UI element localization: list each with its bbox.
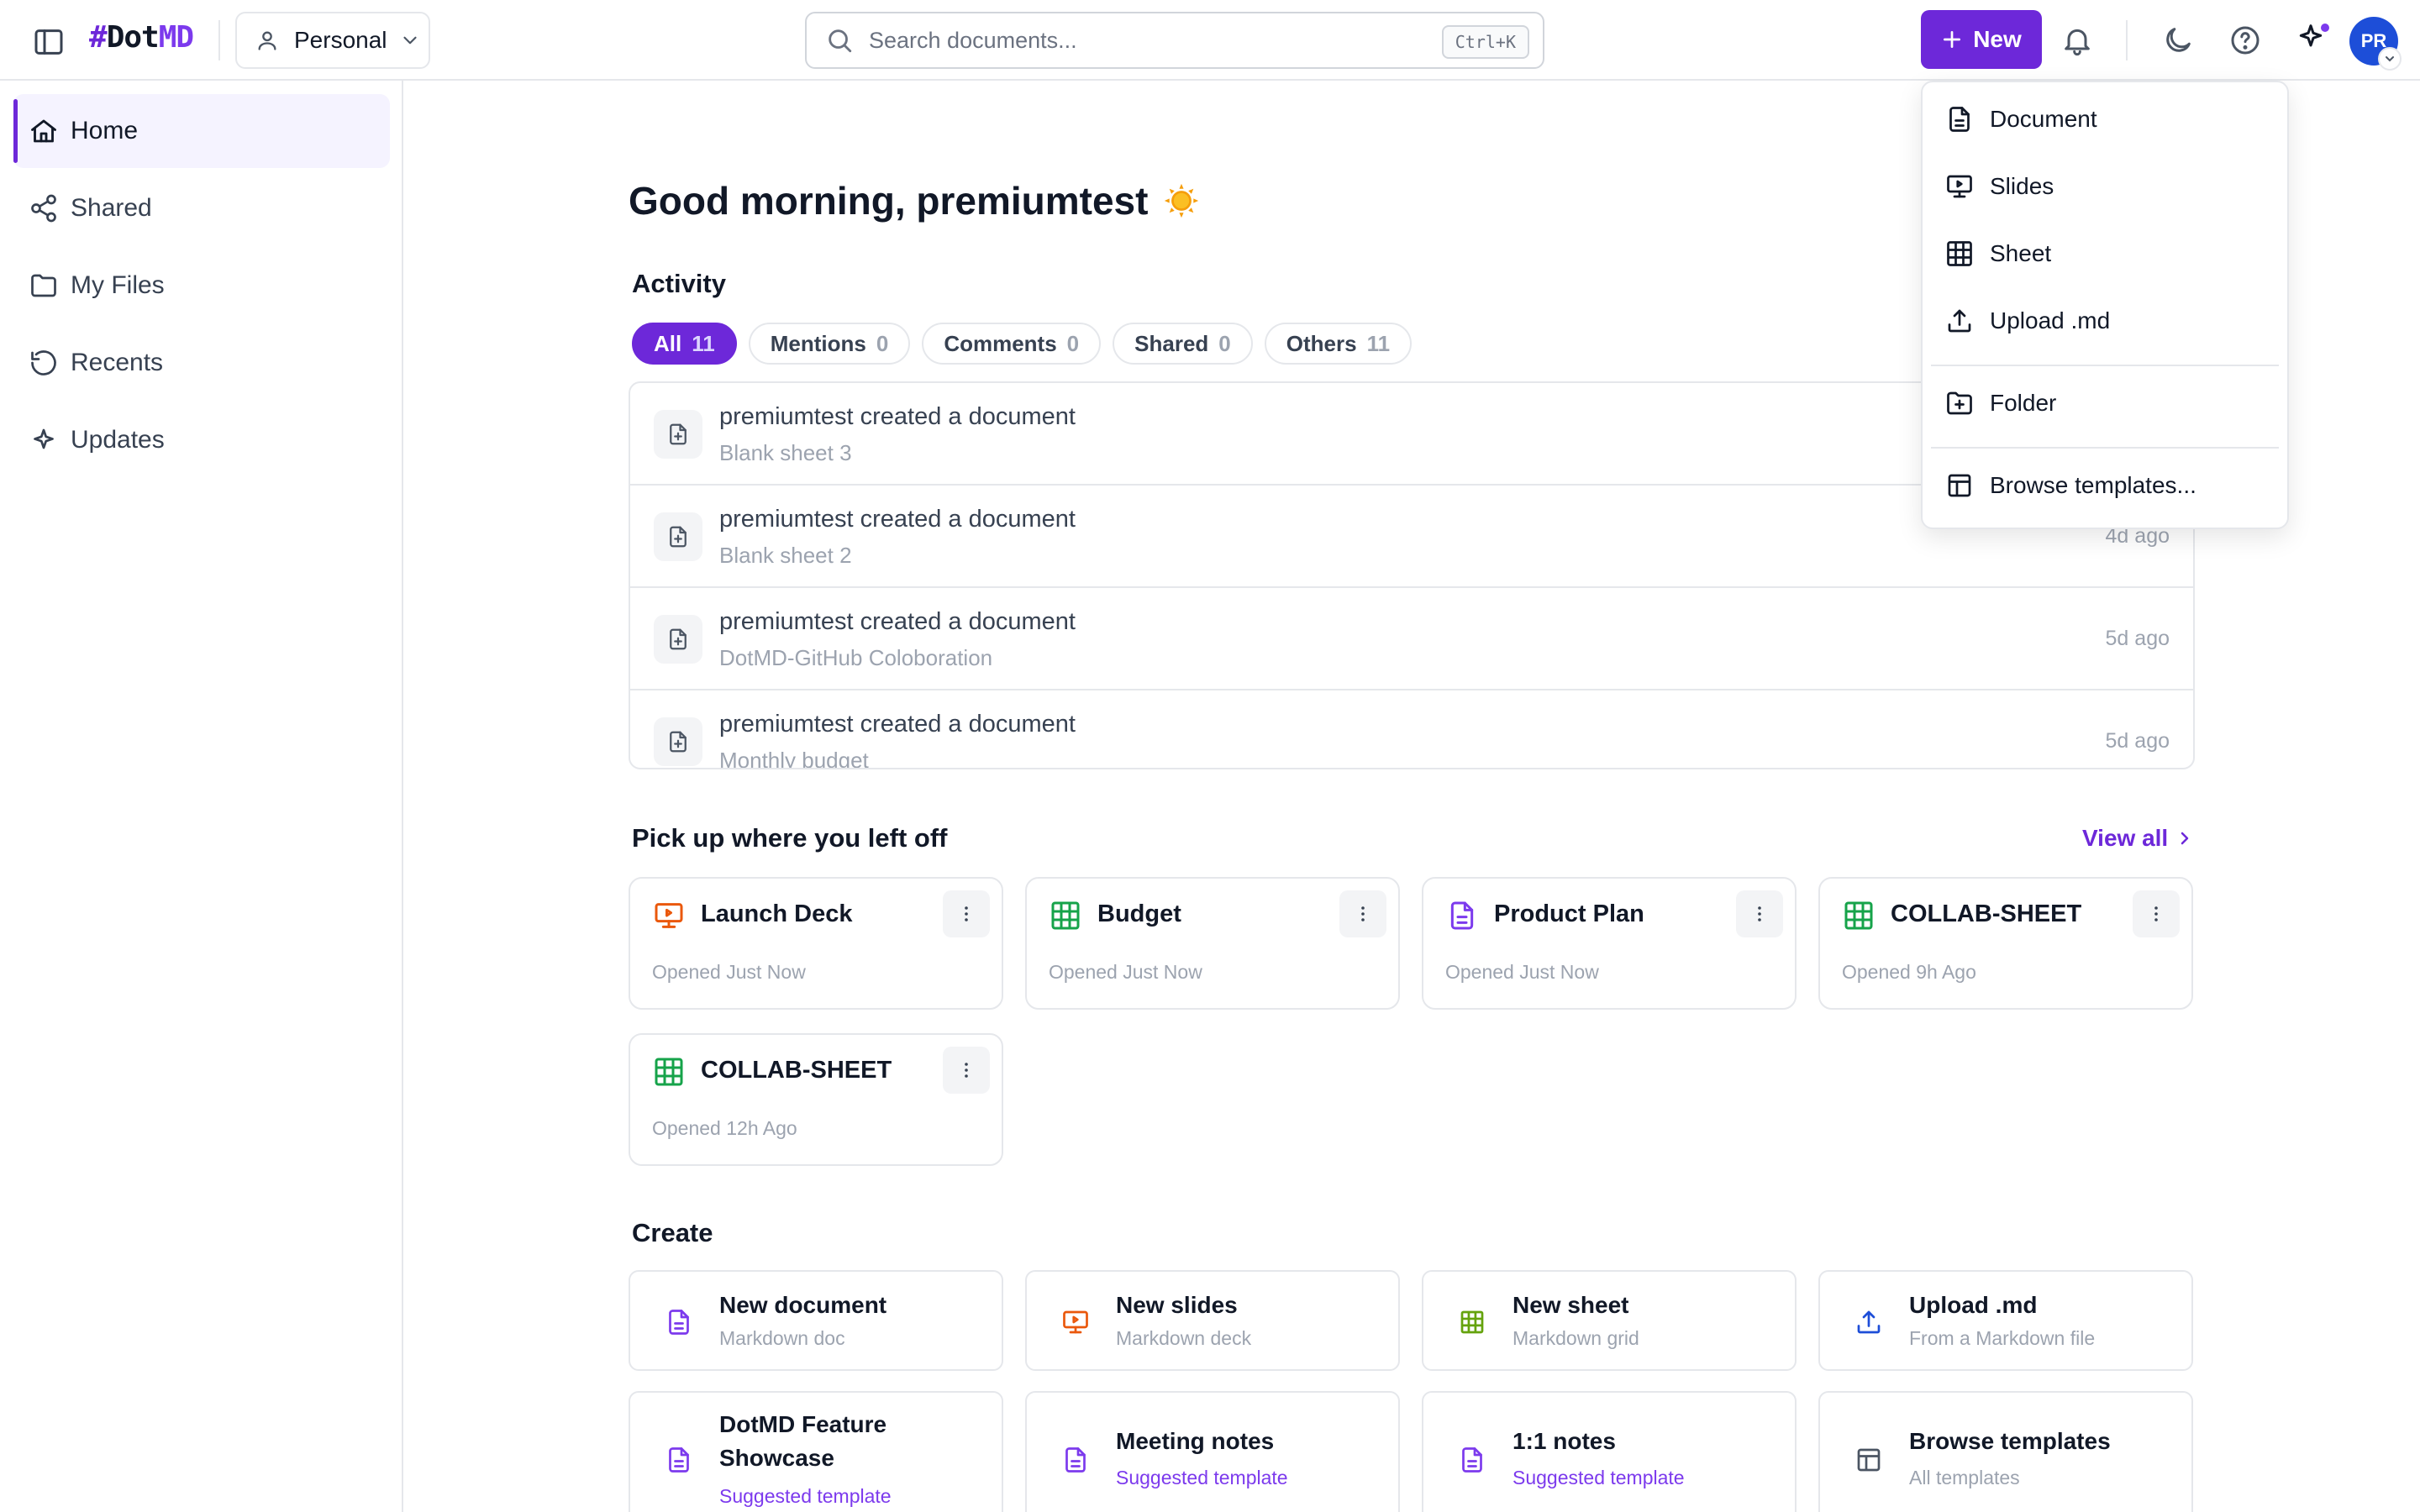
file-plus-icon: [654, 717, 702, 766]
document-icon: [1445, 899, 1479, 932]
sheet-icon: [1842, 899, 1876, 932]
filter-mentions[interactable]: Mentions 0: [748, 323, 911, 365]
sheet-icon: [1457, 1307, 1487, 1337]
slides-icon: [652, 899, 686, 932]
workspace-switcher[interactable]: Personal: [235, 12, 430, 69]
chevron-right-icon: [2175, 828, 2195, 848]
new-button[interactable]: New: [1921, 10, 2042, 69]
share-icon: [29, 193, 59, 223]
menu-item-document[interactable]: Document: [1929, 89, 2282, 150]
filter-comments[interactable]: Comments 0: [922, 323, 1102, 365]
page-title: Good morning, premiumtest: [629, 178, 1200, 223]
view-all-link[interactable]: View all: [2082, 825, 2195, 852]
document-icon: [664, 1445, 694, 1475]
document-icon: [1457, 1445, 1487, 1475]
menu-item-folder[interactable]: Folder: [1929, 373, 2282, 433]
menu-item-browse-templates[interactable]: Browse templates...: [1929, 455, 2282, 516]
activity-filters: All 11 Mentions 0 Comments 0 Shared 0 Others…: [632, 323, 1413, 365]
create-heading: Create: [632, 1218, 713, 1247]
sheet-icon: [652, 1055, 686, 1089]
folder-plus-icon: [1944, 388, 1975, 418]
moon-icon[interactable]: [2161, 24, 2195, 57]
upload-icon: [1944, 306, 1975, 336]
bell-icon[interactable]: [2060, 24, 2094, 57]
template-icon: [1944, 470, 1975, 501]
browse-templates-button[interactable]: Browse templates All templates: [1818, 1391, 2193, 1512]
app-logo[interactable]: #DotMD: [89, 20, 194, 55]
recent-card-collab-sheet[interactable]: COLLAB-SHEET Opened 12h Ago: [629, 1033, 1003, 1166]
file-plus-icon: [654, 615, 702, 664]
divider: [1931, 447, 2279, 449]
more-options-button[interactable]: [1339, 890, 1386, 937]
more-options-button[interactable]: [943, 890, 990, 937]
template-one-on-one-notes[interactable]: 1:1 notes Suggested template: [1422, 1391, 1797, 1512]
list-item[interactable]: premiumtest created a document DotMD-Git…: [630, 588, 2193, 690]
recent-card-product-plan[interactable]: Product Plan Opened Just Now: [1422, 877, 1797, 1010]
more-options-button[interactable]: [943, 1047, 990, 1094]
folder-icon: [29, 270, 59, 301]
divider: [218, 20, 220, 60]
sheet-icon: [1049, 899, 1082, 932]
create-sheet-button[interactable]: New sheet Markdown grid: [1422, 1270, 1797, 1371]
create-document-button[interactable]: New document Markdown doc: [629, 1270, 1003, 1371]
filter-shared[interactable]: Shared 0: [1113, 323, 1253, 365]
help-icon[interactable]: [2228, 24, 2262, 57]
filter-all[interactable]: All 11: [632, 323, 737, 365]
activity-heading: Activity: [632, 269, 726, 298]
filter-others[interactable]: Others 11: [1264, 323, 1413, 365]
new-menu: Document Slides Sheet Upload .md Folder …: [1921, 81, 2289, 529]
list-item[interactable]: premiumtest created a document Monthly b…: [630, 690, 2193, 768]
divider: [2126, 20, 2128, 60]
sidebar-toggle-icon[interactable]: [32, 25, 66, 59]
workspace-label: Personal: [294, 27, 387, 53]
recent-card-collab-sheet[interactable]: COLLAB-SHEET Opened 9h Ago: [1818, 877, 2193, 1010]
file-plus-icon: [654, 410, 702, 459]
menu-item-slides[interactable]: Slides: [1929, 156, 2282, 217]
recent-card-launch-deck[interactable]: Launch Deck Opened Just Now: [629, 877, 1003, 1010]
template-feature-showcase[interactable]: DotMD Feature Showcase Suggested templat…: [629, 1391, 1003, 1512]
sidebar-item-recents[interactable]: Recents: [13, 326, 390, 400]
slides-icon: [1944, 171, 1975, 202]
search-icon: [825, 26, 854, 55]
recent-card-budget[interactable]: Budget Opened Just Now: [1025, 877, 1400, 1010]
history-icon: [29, 348, 59, 378]
plus-icon: [1941, 29, 1963, 50]
more-options-button[interactable]: [1736, 890, 1783, 937]
file-plus-icon: [654, 512, 702, 561]
home-icon: [29, 116, 59, 146]
menu-item-upload[interactable]: Upload .md: [1929, 291, 2282, 351]
create-upload-button[interactable]: Upload .md From a Markdown file: [1818, 1270, 2193, 1371]
create-slides-button[interactable]: New slides Markdown deck: [1025, 1270, 1400, 1371]
sun-icon: [1163, 182, 1200, 219]
sparkle-icon: [29, 425, 59, 455]
slides-icon: [1060, 1307, 1091, 1337]
sidebar-item-updates[interactable]: Updates: [13, 403, 390, 477]
sidebar: Home Shared My Files Recents Updates: [0, 81, 403, 1512]
menu-item-sheet[interactable]: Sheet: [1929, 223, 2282, 284]
sidebar-item-home[interactable]: Home: [13, 94, 390, 168]
divider: [1931, 365, 2279, 366]
top-bar: #DotMD Personal Search documents... Ctrl…: [0, 0, 2420, 81]
search-placeholder: Search documents...: [869, 27, 1077, 53]
document-icon: [1944, 104, 1975, 134]
notification-dot: [2321, 24, 2329, 32]
template-icon: [1854, 1445, 1884, 1475]
recent-heading: Pick up where you left off: [632, 823, 948, 853]
upload-icon: [1854, 1307, 1884, 1337]
chevron-down-icon[interactable]: [2378, 47, 2402, 71]
sheet-icon: [1944, 239, 1975, 269]
user-icon: [255, 29, 279, 52]
sidebar-item-shared[interactable]: Shared: [13, 171, 390, 245]
search-shortcut: Ctrl+K: [1441, 25, 1529, 59]
search-input[interactable]: Search documents... Ctrl+K: [805, 12, 1544, 69]
chevron-down-icon: [399, 29, 421, 51]
document-icon: [664, 1307, 694, 1337]
new-button-label: New: [1973, 26, 2022, 52]
template-meeting-notes[interactable]: Meeting notes Suggested template: [1025, 1391, 1400, 1512]
more-options-button[interactable]: [2133, 890, 2180, 937]
sidebar-item-my-files[interactable]: My Files: [13, 249, 390, 323]
document-icon: [1060, 1445, 1091, 1475]
